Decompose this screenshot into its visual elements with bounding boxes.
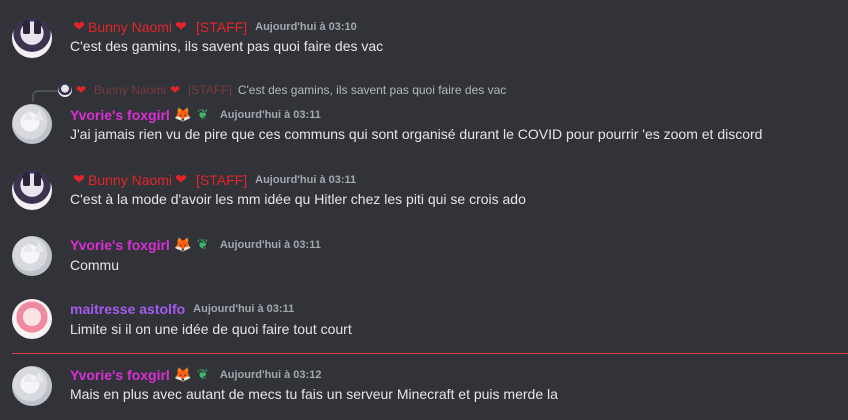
heart-icon: ❤ [75,83,87,97]
author-name[interactable]: Yvorie's foxgirl [70,107,170,123]
author-name[interactable]: Bunny Naomi [88,172,172,188]
heart-icon: ❤ [170,83,181,97]
sprout-icon: ❦ [196,237,209,253]
avatar[interactable] [12,104,52,144]
reply-avatar [58,83,72,97]
fox-icon: 🦊 [174,107,192,123]
timestamp[interactable]: Aujourd'hui à 03:11 [220,109,321,121]
heart-icon: ❤ [73,172,85,188]
reply-staff-tag: [STAFF] [188,83,232,97]
avatar[interactable] [12,236,52,276]
author-name[interactable]: maitresse astolfo [70,301,185,317]
message-header: Yvorie's foxgirl 🦊 ❦ Aujourd'hui à 03:11 [70,236,321,254]
staff-tag: [STAFF] [196,19,248,35]
message-text: Mais en plus avec autant de mecs tu fais… [70,386,558,402]
new-messages-divider [12,353,848,354]
author-name[interactable]: Yvorie's foxgirl [70,237,170,253]
avatar[interactable] [12,170,52,210]
heart-icon: ❤ [73,19,85,35]
message-header: ❤ Bunny Naomi ❤ [STAFF] Aujourd'hui à 03… [70,171,356,189]
sprout-icon: ❦ [196,367,209,383]
fox-icon: 🦊 [174,237,192,253]
timestamp[interactable]: Aujourd'hui à 03:11 [255,174,356,186]
message-text: J'ai jamais rien vu de pire que ces comm… [70,126,763,142]
reply-connector [32,90,58,102]
timestamp[interactable]: Aujourd'hui à 03:12 [220,369,322,381]
timestamp[interactable]: Aujourd'hui à 03:11 [193,303,294,315]
avatar[interactable] [12,366,52,406]
author-name[interactable]: Bunny Naomi [88,19,172,35]
fox-icon: 🦊 [174,367,192,383]
message-text: Commu [70,257,120,273]
avatar[interactable] [12,299,52,339]
message-header: Yvorie's foxgirl 🦊 ❦ Aujourd'hui à 03:12 [70,366,321,384]
author-name[interactable]: Yvorie's foxgirl [70,367,170,383]
timestamp[interactable]: Aujourd'hui à 03:10 [255,21,357,33]
message-header: Yvorie's foxgirl 🦊 ❦ Aujourd'hui à 03:11 [70,106,321,124]
message-text: Limite si il on une idée de quoi faire t… [70,321,352,337]
message-text: C'est à la mode d'avoir les mm idée qu H… [70,191,526,207]
sprout-icon: ❦ [196,107,209,123]
heart-icon: ❤ [175,172,187,188]
reply-text: C'est des gamins, ils savent pas quoi fa… [237,83,507,97]
timestamp[interactable]: Aujourd'hui à 03:11 [220,239,321,251]
message-header: ❤ Bunny Naomi ❤ [STAFF] Aujourd'hui à 03… [70,18,357,36]
staff-tag: [STAFF] [196,172,248,188]
message-header: maitresse astolfo Aujourd'hui à 03:11 [70,300,294,318]
avatar[interactable] [12,18,52,58]
reply-preview[interactable]: ❤ Bunny Naomi ❤ [STAFF] C'est des gamins… [58,82,506,98]
message-text: C'est des gamins, ils savent pas quoi fa… [70,38,384,54]
reply-author: Bunny Naomi [94,83,167,97]
heart-icon: ❤ [175,19,187,35]
